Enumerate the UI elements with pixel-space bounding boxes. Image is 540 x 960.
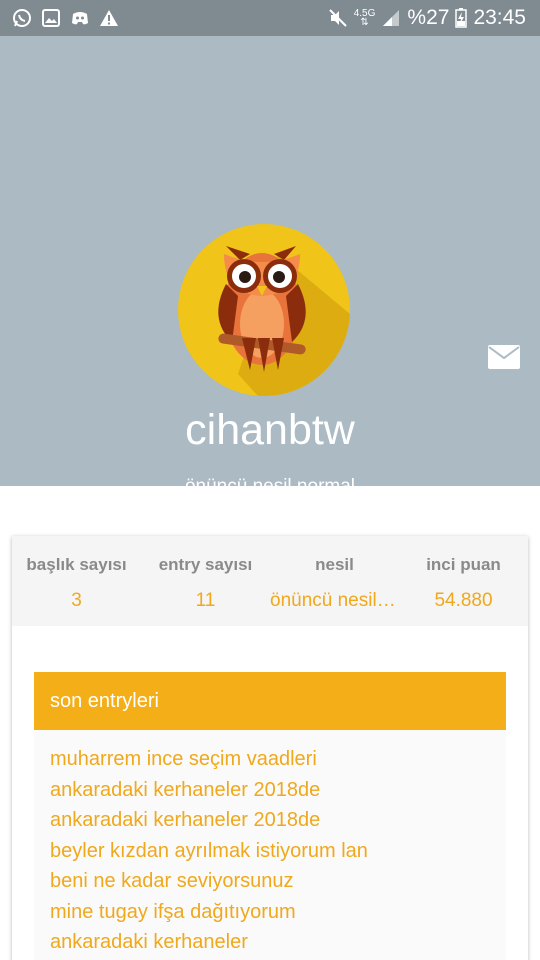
profile-header: cihanbtw önüncü nesil normal xyxy=(0,36,540,497)
username: cihanbtw xyxy=(185,406,355,454)
entry-link[interactable]: beni ne kadar seviyorsunuz xyxy=(50,866,368,897)
mail-icon[interactable] xyxy=(488,345,520,369)
stat-value: 3 xyxy=(71,590,82,611)
clock: 23:45 xyxy=(473,6,526,29)
entry-link[interactable]: muharrem ince seçim vaadleri xyxy=(50,744,368,775)
network-type: 4.5G ⇅ xyxy=(353,8,376,28)
entry-link[interactable]: ankaradaki kerhaneler 2018de xyxy=(50,805,368,836)
battery-percent: %27 xyxy=(407,6,450,29)
whatsapp-icon xyxy=(13,9,31,27)
entry-link[interactable]: beyler kızdan ayrılmak istiyorum lan xyxy=(50,836,368,867)
recent-entries-list: muharrem ince seçim vaadleri ankaradaki … xyxy=(50,744,368,958)
entry-link[interactable]: ankaradaki kerhaneler 2018de xyxy=(50,775,368,806)
owl-avatar-icon[interactable] xyxy=(178,224,350,396)
user-generation-subtitle: önüncü nesil normal xyxy=(184,476,356,497)
stat-value: 11 xyxy=(195,590,216,611)
gallery-icon xyxy=(42,9,60,27)
stat-label: inci puan xyxy=(426,555,501,574)
discord-icon xyxy=(72,12,88,25)
stat-label: entry sayısı xyxy=(158,555,253,574)
stat-label: nesil xyxy=(315,555,354,574)
status-bar: 4.5G ⇅ %27 23:45 xyxy=(0,0,540,36)
entry-link[interactable]: ankaradaki kerhaneler xyxy=(50,927,368,958)
stat-value: 54.880 xyxy=(434,590,493,611)
battery-charging-icon xyxy=(455,8,468,28)
warning-icon xyxy=(100,10,118,26)
stats-row: başlık sayısı 3 entry sayısı 11 nesil ön… xyxy=(12,536,528,626)
signal-icon xyxy=(383,10,400,26)
recent-entries-panel: son entryleri muharrem ince seçim vaadle… xyxy=(34,672,506,960)
recent-entries-header: son entryleri xyxy=(34,672,506,730)
profile-card: başlık sayısı 3 entry sayısı 11 nesil ön… xyxy=(12,536,528,960)
mute-icon xyxy=(329,9,347,27)
stat-value: önüncü nesil normal xyxy=(270,590,399,611)
entry-link[interactable]: mine tugay ifşa dağıtıyorum xyxy=(50,897,368,928)
stat-label: başlık sayısı xyxy=(26,555,127,574)
